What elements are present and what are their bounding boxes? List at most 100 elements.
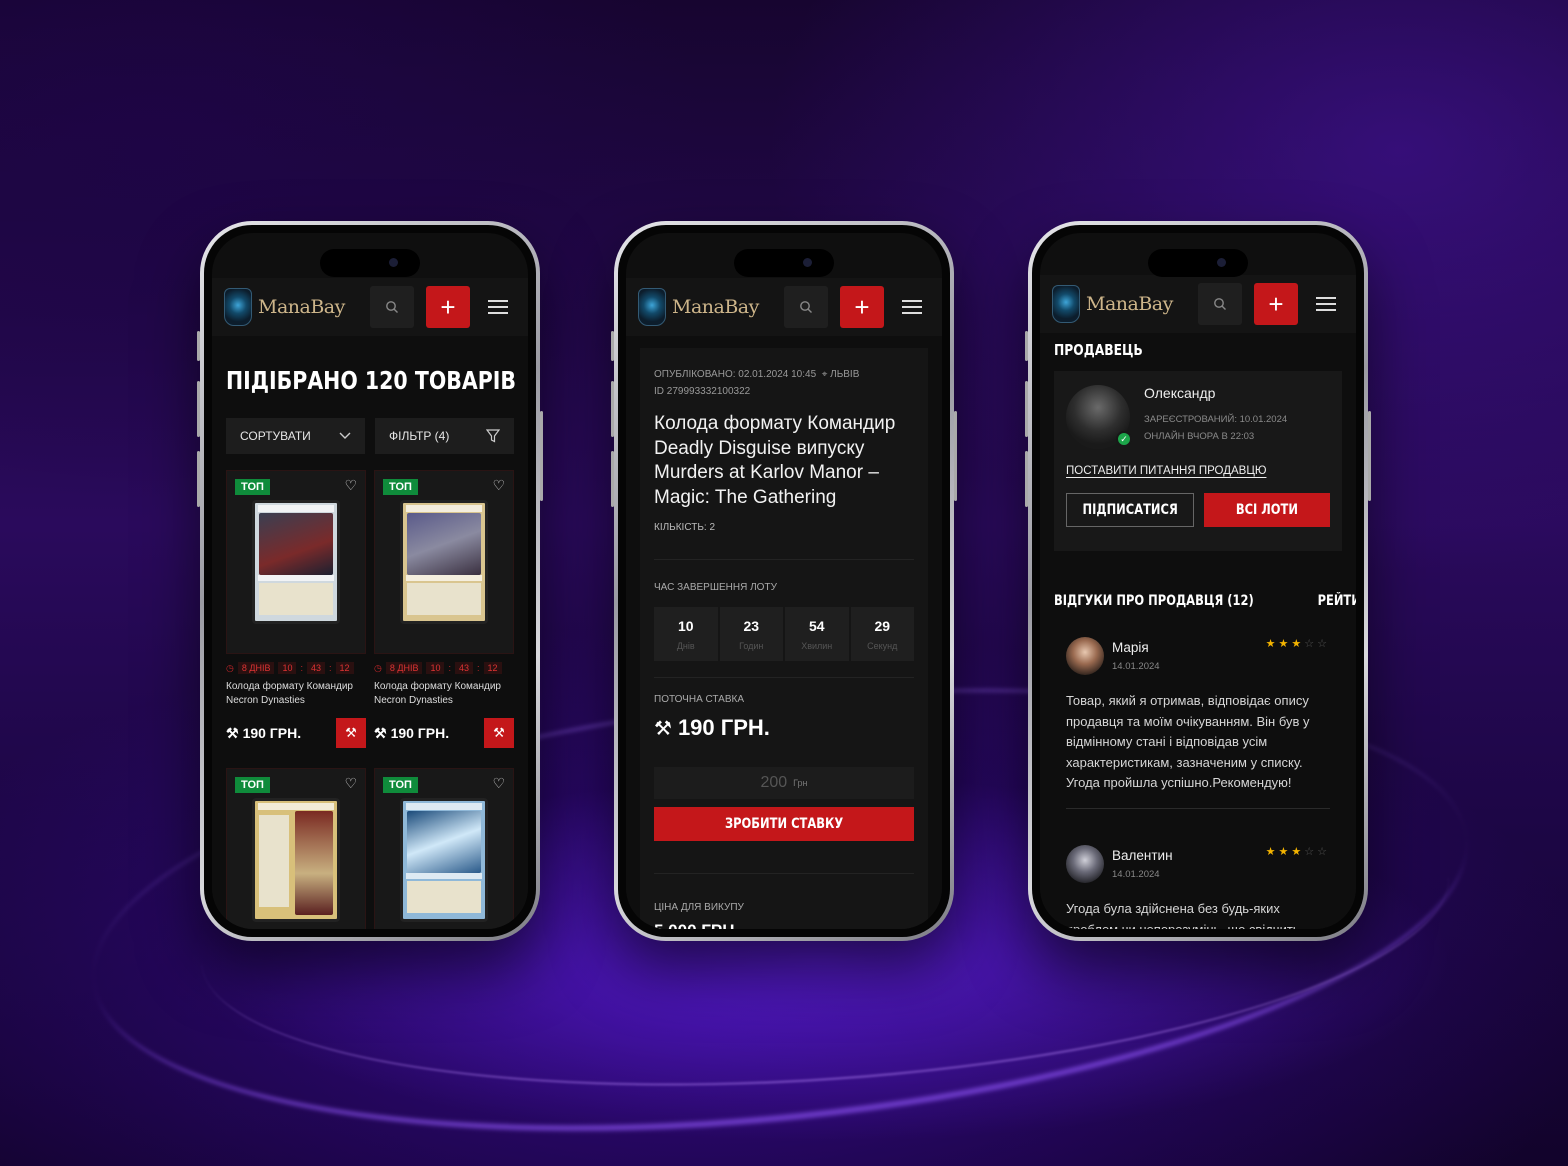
search-icon bbox=[386, 301, 398, 313]
dynamic-island bbox=[320, 249, 420, 277]
buyout-price: 5 000 ГРН. bbox=[654, 921, 914, 929]
mtg-card-image bbox=[252, 500, 340, 624]
auction-timer: ◷ 8 ДНІВ 10:43:12 bbox=[226, 662, 366, 674]
lot-id: ID 279993332100322 bbox=[654, 386, 751, 397]
logo-emblem-icon bbox=[1052, 285, 1080, 323]
product-card[interactable]: ТОП ♡ bbox=[226, 768, 366, 929]
gavel-icon: ⚒ bbox=[374, 724, 387, 741]
lot-screen: ManaBay + ОПУБЛІКОВАНО: 02.01.2024 10:45… bbox=[626, 233, 942, 929]
dynamic-island bbox=[1148, 249, 1248, 277]
countdown-seconds: 29 Секунд bbox=[850, 607, 914, 661]
add-listing-button[interactable]: + bbox=[840, 286, 884, 328]
search-button[interactable] bbox=[1198, 283, 1242, 325]
gavel-icon: ⚒ bbox=[654, 717, 672, 740]
menu-button[interactable] bbox=[480, 286, 516, 328]
product-grid: ТОП ♡ ◷ 8 ДНІВ 10:43:12 Колода формату Ко… bbox=[226, 470, 514, 929]
hamburger-icon bbox=[1316, 297, 1336, 311]
countdown: 10 Днів 23 Годин 54 Хвилин 29 Секунд bbox=[654, 607, 914, 661]
reviewer-avatar bbox=[1066, 637, 1104, 675]
mtg-card-image bbox=[400, 500, 488, 624]
product-card[interactable]: ТОП ♡ ◷ 8 ДНІВ 10:43:12 Колода формату Ко… bbox=[374, 470, 514, 748]
plus-icon: + bbox=[440, 291, 456, 322]
make-bid-button[interactable]: ЗРОБИТИ СТАВКУ bbox=[654, 807, 914, 841]
all-lots-button[interactable]: ВСІ ЛОТИ bbox=[1204, 493, 1330, 527]
reviewer-avatar bbox=[1066, 845, 1104, 883]
funnel-icon bbox=[486, 429, 500, 443]
lot-panel: ОПУБЛІКОВАНО: 02.01.2024 10:45 ⌖ ЛЬВІВ I… bbox=[640, 348, 928, 929]
product-image[interactable]: ТОП ♡ bbox=[374, 470, 514, 654]
search-icon bbox=[800, 301, 812, 313]
menu-button[interactable] bbox=[1308, 283, 1344, 325]
logo[interactable]: ManaBay bbox=[1052, 285, 1186, 323]
plus-icon: + bbox=[1268, 288, 1284, 319]
current-bid-value: 190 ГРН. bbox=[677, 715, 770, 740]
heart-icon[interactable]: ♡ bbox=[344, 775, 357, 792]
add-listing-button[interactable]: + bbox=[1254, 283, 1298, 325]
reviewer-name: Валентин bbox=[1112, 848, 1173, 863]
published-date: ОПУБЛІКОВАНО: 02.01.2024 10:45 bbox=[654, 369, 817, 380]
online-check-icon: ✓ bbox=[1116, 431, 1132, 447]
review-stars: ★★★☆☆ bbox=[1265, 846, 1330, 858]
app-header: ManaBay + bbox=[1040, 275, 1356, 333]
filter-button[interactable]: ФІЛЬТР (4) bbox=[375, 418, 514, 454]
seller-online: ОНЛАЙН ВЧОРА В 22:03 bbox=[1144, 431, 1255, 442]
page-title: ПІДІБРАНО 120 ТОВАРІВ bbox=[226, 366, 517, 395]
product-card[interactable]: ТОП ♡ bbox=[374, 768, 514, 929]
heart-icon[interactable]: ♡ bbox=[492, 477, 505, 494]
review-text: Угода була здійснена без будь-яких пробл… bbox=[1066, 901, 1300, 929]
lot-title: Колода формату Командир Deadly Disguise … bbox=[654, 413, 896, 508]
reviews-title: ВІДГУКИ ПРО ПРОДАВЦЯ (12) bbox=[1054, 593, 1254, 609]
countdown-hours: 23 Годин bbox=[719, 607, 783, 661]
plus-icon: + bbox=[854, 291, 870, 322]
phone-lot: ManaBay + ОПУБЛІКОВАНО: 02.01.2024 10:45… bbox=[611, 221, 957, 941]
dynamic-island bbox=[734, 249, 834, 277]
countdown-minutes: 54 Хвилин bbox=[785, 607, 849, 661]
sort-label: СОРТУВАТИ bbox=[240, 429, 311, 443]
ask-seller-link[interactable]: ПОСТАВИТИ ПИТАННЯ ПРОДАВЦЮ bbox=[1066, 465, 1330, 477]
product-image[interactable]: ТОП ♡ bbox=[226, 470, 366, 654]
auction-timer: ◷ 8 ДНІВ 10:43:12 bbox=[374, 662, 514, 674]
gavel-icon: ⚒ bbox=[226, 724, 239, 741]
heart-icon[interactable]: ♡ bbox=[344, 477, 357, 494]
review-item: Валентин 14.01.2024 ★★★☆☆ Угода була зді… bbox=[1066, 845, 1330, 929]
buyout-label: ЦІНА ДЛЯ ВИКУПУ bbox=[654, 902, 744, 913]
product-image[interactable]: ТОП ♡ bbox=[374, 768, 514, 929]
search-button[interactable] bbox=[784, 286, 828, 328]
heart-icon[interactable]: ♡ bbox=[492, 775, 505, 792]
seller-rating: РЕЙТИНГ: 4.4 bbox=[1317, 593, 1356, 609]
bid-amount-input[interactable]: 200 Грн bbox=[654, 767, 914, 799]
top-badge: ТОП bbox=[383, 479, 418, 495]
hamburger-icon bbox=[488, 300, 508, 314]
logo[interactable]: ManaBay bbox=[224, 288, 358, 326]
menu-button[interactable] bbox=[894, 286, 930, 328]
seller-screen: ManaBay + ПРОДАВЕЦЬ ✓ Олександр ЗАРЕЄСТР… bbox=[1040, 233, 1356, 929]
clock-icon: ◷ bbox=[374, 662, 382, 673]
review-text: Товар, який я отримав, відповідає опису … bbox=[1066, 693, 1310, 790]
logo-text: ManaBay bbox=[258, 296, 345, 318]
clock-icon: ◷ bbox=[226, 662, 234, 673]
product-price: 190 ГРН. bbox=[390, 725, 450, 741]
logo[interactable]: ManaBay bbox=[638, 288, 772, 326]
product-image[interactable]: ТОП ♡ bbox=[226, 768, 366, 929]
search-icon bbox=[1214, 298, 1226, 310]
avatar[interactable]: ✓ bbox=[1066, 385, 1132, 449]
reviewer-name: Марія bbox=[1112, 640, 1149, 655]
sort-dropdown[interactable]: СОРТУВАТИ bbox=[226, 418, 365, 454]
mtg-card-image bbox=[252, 798, 340, 922]
bid-amount-value: 200 bbox=[760, 774, 788, 791]
product-title[interactable]: Колода формату Командир Necron Dynasties bbox=[374, 680, 514, 708]
product-card[interactable]: ТОП ♡ ◷ 8 ДНІВ 10:43:12 Колода формату Ко… bbox=[226, 470, 366, 748]
app-header: ManaBay + bbox=[212, 278, 528, 336]
filter-label: ФІЛЬТР (4) bbox=[389, 429, 450, 443]
search-button[interactable] bbox=[370, 286, 414, 328]
bid-button[interactable]: ⚒ bbox=[336, 718, 366, 748]
current-bid-label: ПОТОЧНА СТАВКА bbox=[654, 694, 745, 705]
add-listing-button[interactable]: + bbox=[426, 286, 470, 328]
current-bid: ⚒ 190 ГРН. bbox=[654, 715, 914, 741]
bid-button[interactable]: ⚒ bbox=[484, 718, 514, 748]
seller-content: ПРОДАВЕЦЬ ✓ Олександр ЗАРЕЄСТРОВАНИЙ: 10… bbox=[1040, 333, 1356, 929]
seller-name[interactable]: Олександр bbox=[1144, 385, 1287, 401]
seller-card: ✓ Олександр ЗАРЕЄСТРОВАНИЙ: 10.01.2024 О… bbox=[1054, 371, 1342, 551]
subscribe-button[interactable]: ПІДПИСАТИСЯ bbox=[1066, 493, 1194, 527]
product-title[interactable]: Колода формату Командир Necron Dynasties bbox=[226, 680, 366, 708]
